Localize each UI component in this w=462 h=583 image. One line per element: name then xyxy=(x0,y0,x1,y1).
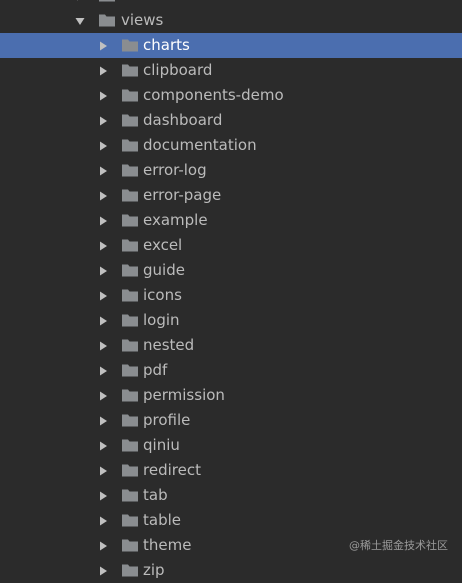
tree-row-profile[interactable]: profile xyxy=(0,408,462,433)
tree-row-pdf[interactable]: pdf xyxy=(0,358,462,383)
chevron-right-icon[interactable] xyxy=(96,333,110,358)
tree-row-label: vendor xyxy=(121,0,173,8)
tree-row-label: example xyxy=(143,211,208,229)
folder-icon xyxy=(121,512,139,528)
tree-row-label: icons xyxy=(143,286,182,304)
folder-icon xyxy=(121,162,139,178)
tree-row-label: components-demo xyxy=(143,86,284,104)
tree-row-tab[interactable]: tab xyxy=(0,483,462,508)
tree-row-views[interactable]: views xyxy=(0,8,462,33)
project-tree: vendor views charts clipboard components-d… xyxy=(0,0,462,583)
folder-icon xyxy=(121,62,139,78)
chevron-right-icon[interactable] xyxy=(96,183,110,208)
folder-icon xyxy=(121,412,139,428)
chevron-right-icon[interactable] xyxy=(96,83,110,108)
folder-icon xyxy=(121,112,139,128)
tree-row-label: permission xyxy=(143,386,225,404)
chevron-right-icon[interactable] xyxy=(96,233,110,258)
chevron-down-icon[interactable] xyxy=(73,8,87,33)
folder-icon xyxy=(121,87,139,103)
tree-row-label: error-page xyxy=(143,186,222,204)
tree-row-dashboard[interactable]: dashboard xyxy=(0,108,462,133)
folder-icon xyxy=(121,137,139,153)
chevron-right-icon[interactable] xyxy=(96,158,110,183)
folder-icon xyxy=(121,462,139,478)
tree-row-zip[interactable]: zip xyxy=(0,558,462,583)
chevron-right-icon[interactable] xyxy=(96,383,110,408)
folder-icon xyxy=(121,562,139,578)
folder-icon xyxy=(121,312,139,328)
folder-icon xyxy=(121,337,139,353)
folder-icon xyxy=(121,212,139,228)
chevron-right-icon[interactable] xyxy=(96,308,110,333)
tree-row-vendor[interactable]: vendor xyxy=(0,0,462,8)
tree-row-label: zip xyxy=(143,561,165,579)
tree-row-label: guide xyxy=(143,261,185,279)
chevron-right-icon[interactable] xyxy=(96,133,110,158)
tree-row-icons[interactable]: icons xyxy=(0,283,462,308)
watermark: @稀土掘金技术社区 xyxy=(349,539,448,552)
chevron-right-icon[interactable] xyxy=(96,508,110,533)
tree-row-redirect[interactable]: redirect xyxy=(0,458,462,483)
tree-row-label: charts xyxy=(143,36,190,54)
tree-row-label: login xyxy=(143,311,180,329)
tree-row-label: excel xyxy=(143,236,183,254)
folder-icon xyxy=(121,262,139,278)
folder-icon xyxy=(121,437,139,453)
folder-icon xyxy=(98,0,116,3)
tree-row-permission[interactable]: permission xyxy=(0,383,462,408)
tree-row-label: clipboard xyxy=(143,61,213,79)
tree-row-qiniu[interactable]: qiniu xyxy=(0,433,462,458)
tree-row-label: qiniu xyxy=(143,436,180,454)
chevron-right-icon[interactable] xyxy=(96,108,110,133)
chevron-right-icon[interactable] xyxy=(96,558,110,583)
chevron-right-icon[interactable] xyxy=(96,258,110,283)
chevron-right-icon[interactable] xyxy=(96,283,110,308)
tree-row-label: theme xyxy=(143,536,192,554)
folder-icon xyxy=(121,187,139,203)
tree-row-label: table xyxy=(143,511,181,529)
folder-icon xyxy=(121,237,139,253)
tree-row-label: redirect xyxy=(143,461,201,479)
chevron-right-icon[interactable] xyxy=(96,358,110,383)
tree-row-label: pdf xyxy=(143,361,168,379)
tree-row-label: dashboard xyxy=(143,111,223,129)
tree-row-label: profile xyxy=(143,411,191,429)
folder-icon xyxy=(121,387,139,403)
tree-row-label: documentation xyxy=(143,136,257,154)
tree-row-components-demo[interactable]: components-demo xyxy=(0,83,462,108)
chevron-right-icon[interactable] xyxy=(96,58,110,83)
chevron-right-icon[interactable] xyxy=(96,408,110,433)
tree-row-label: nested xyxy=(143,336,195,354)
tree-row-excel[interactable]: excel xyxy=(0,233,462,258)
chevron-right-icon[interactable] xyxy=(96,483,110,508)
tree-row-login[interactable]: login xyxy=(0,308,462,333)
tree-row-documentation[interactable]: documentation xyxy=(0,133,462,158)
folder-icon xyxy=(121,537,139,553)
folder-icon xyxy=(121,287,139,303)
tree-row-error-page[interactable]: error-page xyxy=(0,183,462,208)
chevron-right-icon[interactable] xyxy=(96,533,110,558)
chevron-right-icon[interactable] xyxy=(96,208,110,233)
tree-row-charts[interactable]: charts xyxy=(0,33,462,58)
chevron-right-icon[interactable] xyxy=(96,433,110,458)
folder-icon xyxy=(121,37,139,53)
tree-row-example[interactable]: example xyxy=(0,208,462,233)
folder-icon xyxy=(121,487,139,503)
tree-row-label: views xyxy=(121,11,164,29)
tree-row-error-log[interactable]: error-log xyxy=(0,158,462,183)
chevron-right-icon[interactable] xyxy=(96,33,110,58)
tree-row-table[interactable]: table xyxy=(0,508,462,533)
tree-row-clipboard[interactable]: clipboard xyxy=(0,58,462,83)
folder-icon xyxy=(121,362,139,378)
tree-row-guide[interactable]: guide xyxy=(0,258,462,283)
tree-row-nested[interactable]: nested xyxy=(0,333,462,358)
views-children: charts clipboard components-demo dashboard d… xyxy=(0,33,462,583)
tree-row-label: error-log xyxy=(143,161,207,179)
chevron-right-icon[interactable] xyxy=(96,458,110,483)
tree-row-label: tab xyxy=(143,486,168,504)
folder-icon xyxy=(98,12,116,28)
chevron-right-icon[interactable] xyxy=(73,0,87,8)
